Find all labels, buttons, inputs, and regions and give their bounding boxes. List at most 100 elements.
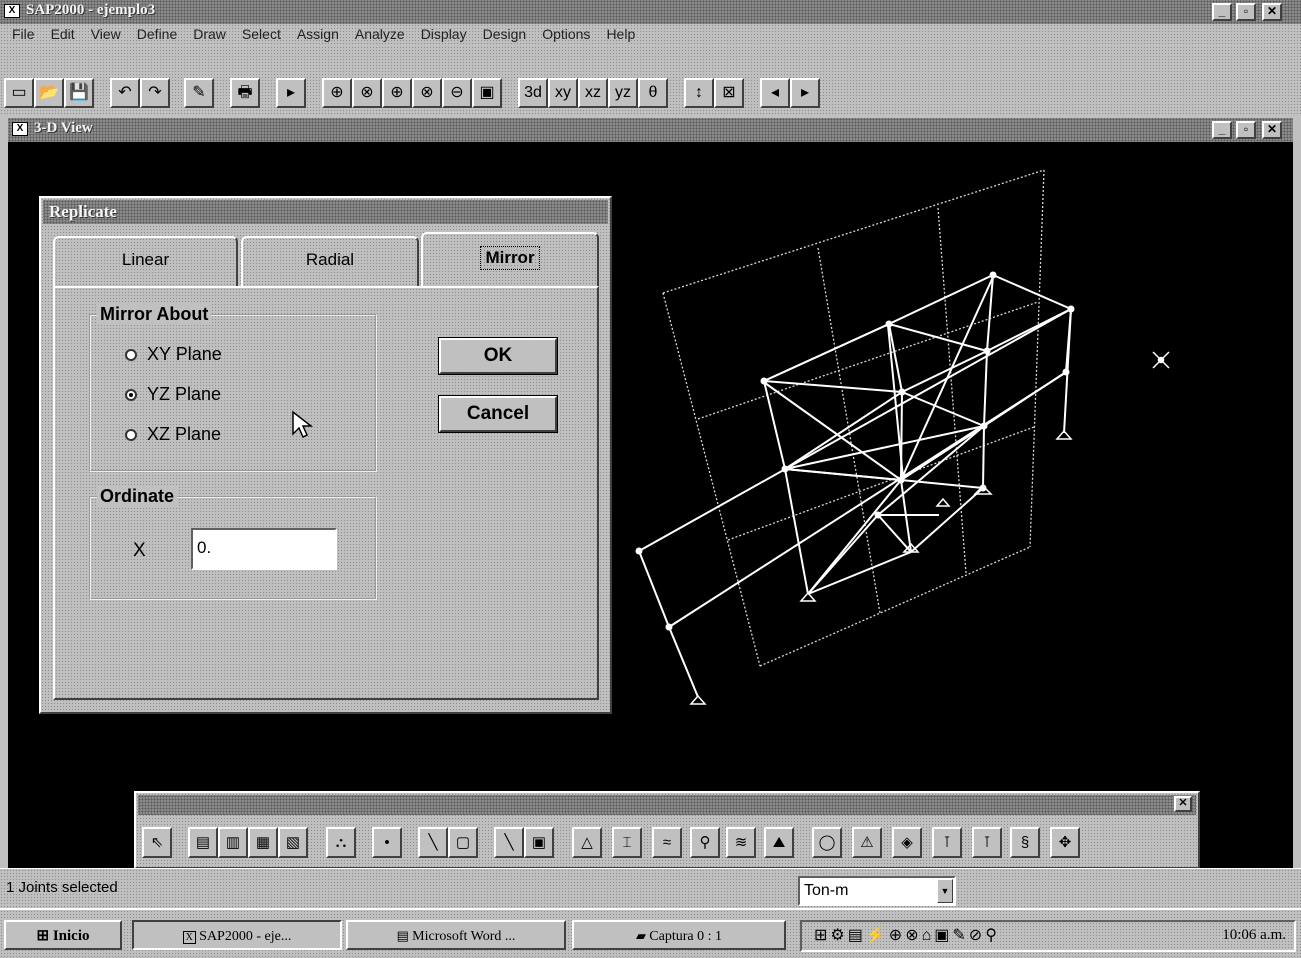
tab-radial[interactable]: Radial — [241, 236, 419, 286]
ok-button[interactable]: OK — [438, 337, 558, 375]
print-icon[interactable]: 🖶 — [230, 78, 260, 108]
tab-mirror[interactable]: Mirror — [421, 232, 599, 288]
show-undeformed-icon[interactable]: ▧ — [278, 827, 308, 858]
palette-close-button[interactable]: ✕ — [1174, 796, 1192, 812]
menu-file[interactable]: File — [4, 26, 43, 42]
menu-select[interactable]: Select — [234, 26, 289, 42]
edit-pencil-icon[interactable]: ✎ — [184, 78, 214, 108]
frame-releases-icon[interactable]: ◯ — [812, 827, 842, 858]
app-title-bar[interactable]: X SAP2000 - ejemplo3 _ ▫ ✕ — [0, 0, 1301, 24]
menu-display[interactable]: Display — [413, 26, 475, 42]
add-joint-icon[interactable]: • — [372, 827, 402, 858]
replicate-dialog: Replicate Linear Radial Mirror Mirror Ab… — [38, 195, 613, 715]
radio-yz-indicator[interactable] — [125, 389, 137, 401]
radio-xy-label: XY Plane — [147, 344, 222, 364]
redo-icon[interactable]: ↷ — [140, 78, 170, 108]
sap-app-icon[interactable]: X — [4, 4, 20, 18]
show-mode-shape-icon[interactable]: ◈ — [892, 827, 922, 858]
units-dropdown[interactable]: Ton-m ▼ — [798, 876, 956, 906]
tab-mirror-label: Mirror — [480, 246, 540, 270]
refresh-view-icon[interactable]: ▣ — [472, 78, 502, 108]
cancel-button[interactable]: Cancel — [438, 395, 558, 433]
view-maximize-button[interactable]: ▫ — [1236, 121, 1256, 139]
tab-linear[interactable]: Linear — [53, 236, 238, 286]
menu-assign[interactable]: Assign — [289, 26, 347, 42]
zoom-window-icon[interactable]: ⊕ — [322, 78, 352, 108]
pointer-tool-icon[interactable]: ⇖ — [142, 827, 172, 858]
menu-help[interactable]: Help — [598, 26, 643, 42]
view-window-title-bar[interactable]: X 3-D View _ ▫ ✕ — [8, 118, 1293, 142]
quick-draw-shell-icon[interactable]: ▣ — [524, 827, 554, 858]
maximize-button[interactable]: ▫ — [1236, 3, 1256, 21]
view-minimize-button[interactable]: _ — [1212, 121, 1232, 139]
draw-shell-icon[interactable]: ▢ — [448, 827, 478, 858]
close-button[interactable]: ✕ — [1262, 3, 1282, 21]
task-captura[interactable]: ▰ Captura 0 : 1 — [572, 920, 786, 950]
zoom-out-icon[interactable]: ⊗ — [412, 78, 442, 108]
draw-frame-icon[interactable]: ╲ — [418, 827, 448, 858]
view-yz-icon[interactable]: yz — [608, 78, 638, 108]
pan-icon[interactable]: ⊖ — [442, 78, 472, 108]
select-all-icon[interactable]: △ — [572, 827, 602, 858]
show-grid-icon[interactable]: ▥ — [218, 827, 248, 858]
menu-view[interactable]: View — [83, 26, 129, 42]
radio-yz-plane[interactable]: YZ Plane — [125, 384, 221, 405]
view-window-icon[interactable]: X — [12, 122, 28, 136]
menu-define[interactable]: Define — [129, 26, 185, 42]
rotate-view-icon[interactable]: θ — [638, 78, 668, 108]
show-deformed-icon[interactable]: ⚠ — [852, 827, 882, 858]
view-xz-icon[interactable]: xz — [578, 78, 608, 108]
zoom-previous-icon[interactable]: ⊗ — [352, 78, 382, 108]
perspective-icon[interactable]: ↕ — [684, 78, 714, 108]
show-stresses-icon[interactable]: § — [1010, 827, 1040, 858]
task-word[interactable]: ▤ Microsoft Word ... — [346, 920, 566, 950]
draw-palette-title-bar[interactable]: ✕ — [138, 795, 1196, 815]
start-button[interactable]: ⊞ Inicio — [4, 920, 122, 950]
save-icon[interactable]: 💾 — [64, 78, 94, 108]
radio-xz-plane[interactable]: XZ Plane — [125, 424, 221, 445]
show-member-forces-icon[interactable]: ⊺ — [932, 827, 962, 858]
tray-icons[interactable]: ⊞⚙▤⚡⊕⊗⌂▣✎⊘⚲ — [814, 925, 1000, 945]
radio-xy-indicator[interactable] — [125, 349, 137, 361]
move-down-icon[interactable]: ◂ — [760, 78, 790, 108]
run-analysis-icon[interactable]: ▸ — [276, 78, 306, 108]
reshape-element-icon[interactable]: ⛬ — [326, 827, 356, 858]
menu-bar: File Edit View Define Draw Select Assign Analyz… — [0, 24, 1301, 46]
new-file-icon[interactable]: ▭ — [4, 78, 34, 108]
move-up-icon[interactable]: ▸ — [790, 78, 820, 108]
replicate-dialog-title-bar[interactable]: Replicate — [43, 200, 608, 224]
joint-springs-icon[interactable]: ⚲ — [690, 827, 720, 858]
select-intersect-icon[interactable]: ⌶ — [612, 827, 642, 858]
ordinate-x-value: 0. — [197, 538, 212, 557]
grid-plane — [662, 169, 1045, 667]
menu-options[interactable]: Options — [534, 26, 598, 42]
undo-icon[interactable]: ↶ — [110, 78, 140, 108]
menu-edit[interactable]: Edit — [43, 26, 83, 42]
chevron-down-icon[interactable]: ▼ — [937, 879, 953, 903]
show-axes-icon[interactable]: ▦ — [248, 827, 278, 858]
menu-analyze[interactable]: Analyze — [347, 26, 413, 42]
menu-design[interactable]: Design — [475, 26, 535, 42]
ordinate-label: Ordinate — [97, 486, 178, 507]
set-display-options-icon[interactable]: ▤ — [188, 827, 218, 858]
radio-xy-plane[interactable]: XY Plane — [125, 344, 222, 365]
object-shrink-icon[interactable]: ⊠ — [714, 78, 744, 108]
view-close-button[interactable]: ✕ — [1262, 121, 1282, 139]
open-folder-icon[interactable]: 📂 — [34, 78, 64, 108]
quick-draw-frame-icon[interactable]: ╲ — [494, 827, 524, 858]
show-element-forces-icon[interactable]: ✥ — [1050, 827, 1080, 858]
radio-xz-indicator[interactable] — [125, 429, 137, 441]
frame-loads-icon[interactable]: ⛰ — [764, 827, 794, 858]
taskbar: ⊞ Inicio X SAP2000 - eje... ▤ Microsoft … — [0, 908, 1301, 958]
joint-loads-icon[interactable]: ≋ — [726, 827, 756, 858]
zoom-in-icon[interactable]: ⊕ — [382, 78, 412, 108]
view-3d-icon[interactable]: 3d — [518, 78, 548, 108]
show-joint-forces-icon[interactable]: ⊺ — [972, 827, 1002, 858]
minimize-button[interactable]: _ — [1212, 3, 1232, 21]
view-xy-icon[interactable]: xy — [548, 78, 578, 108]
task-sap2000[interactable]: X SAP2000 - eje... — [132, 920, 342, 950]
mouse-cursor-icon — [292, 410, 314, 439]
menu-draw[interactable]: Draw — [185, 26, 234, 42]
joint-restraint-icon[interactable]: ≈ — [652, 827, 682, 858]
ordinate-x-input[interactable]: 0. — [191, 528, 337, 570]
